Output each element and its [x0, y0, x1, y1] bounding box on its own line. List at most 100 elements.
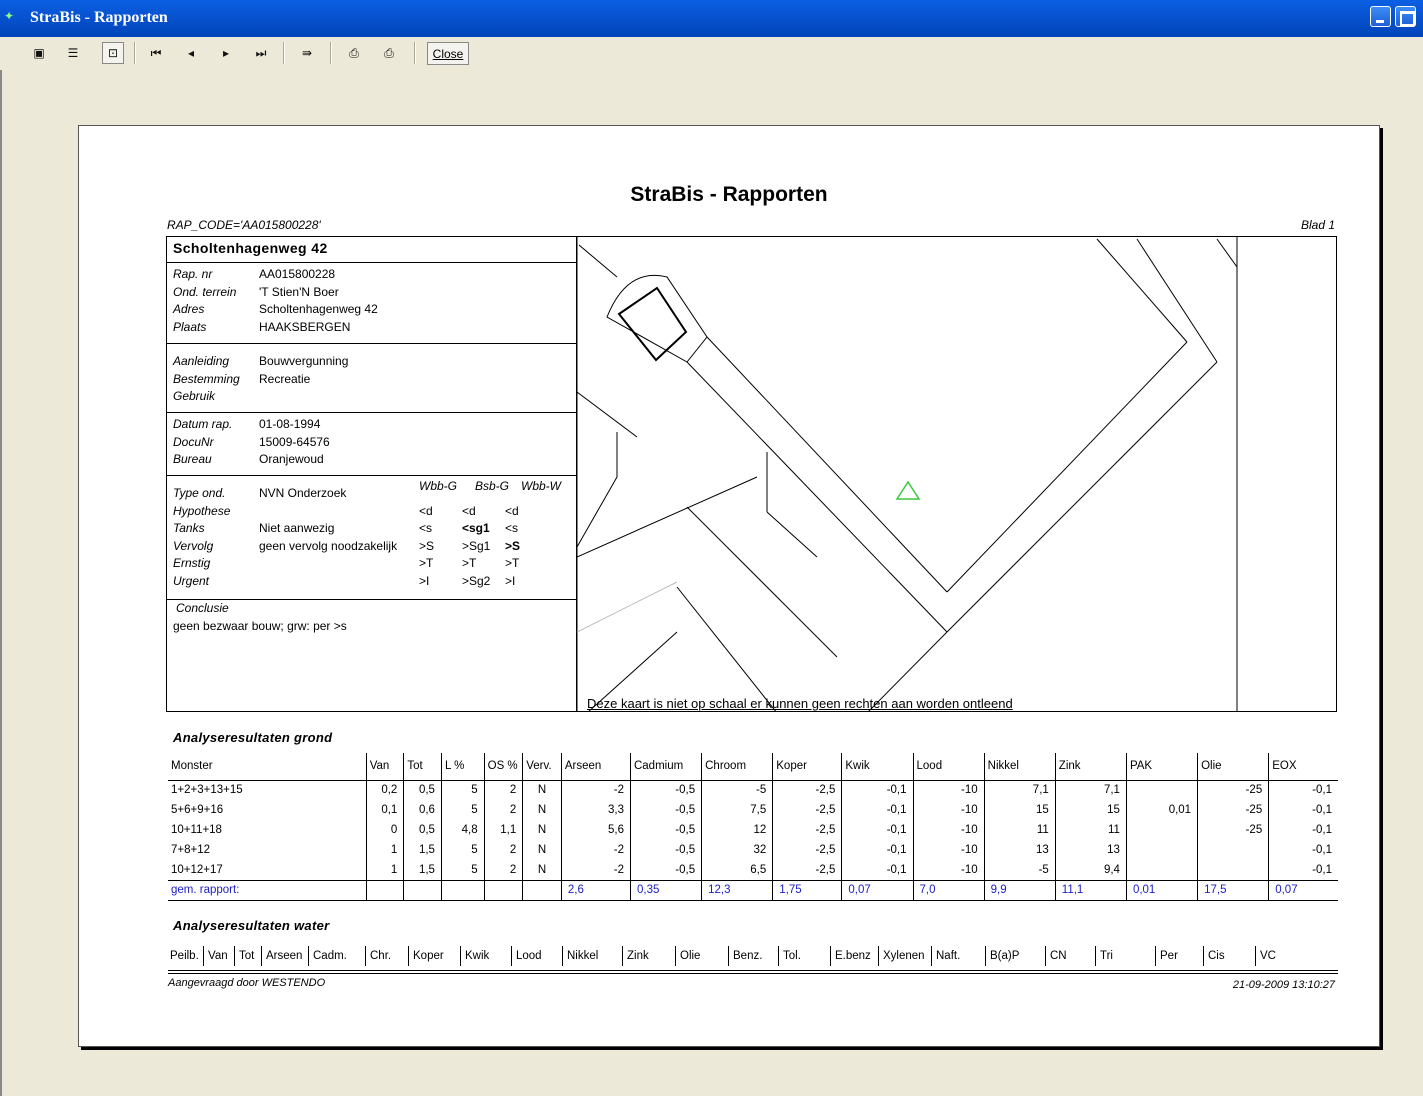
table-cell: 5: [440, 780, 485, 800]
print-setup-icon[interactable]: ⎙: [343, 42, 365, 64]
toolbar: ▣ ☰ ⊡ ⏮ ◂ ▸ ⏭ ⇛ ⎙ ⎙ Close: [0, 37, 1423, 70]
table-cell: [1125, 840, 1198, 860]
grond-col-header: Zink: [1054, 753, 1127, 781]
table-cell: 7,5: [701, 800, 773, 820]
table-row: 10+11+18 0 0,5 4,8 1,1 N 5,6 -0,5 12 -2,5 -0,1 -10 1…: [168, 820, 1338, 840]
water-col-header: Tri: [1095, 946, 1113, 966]
water-col-header: Tol.: [778, 946, 801, 966]
map-disclaimer: Deze kaart is niet op schaal er kunnen g…: [587, 696, 1013, 711]
average-cell: 0,07: [841, 879, 914, 901]
grond-col-header: Monster: [168, 753, 367, 781]
average-cell: 12,3: [701, 879, 773, 901]
water-col-header: Chr.: [365, 946, 391, 966]
grond-col-header: Van: [365, 753, 404, 781]
table-cell: 3,3: [560, 800, 631, 820]
page-number: Blad 1: [1300, 218, 1335, 232]
export-icon[interactable]: ⇛: [296, 42, 318, 64]
first-page-icon[interactable]: ⏮: [145, 42, 167, 64]
table-cell: N: [522, 860, 562, 880]
table-cell: -0,1: [1268, 860, 1338, 880]
water-col-header: Cis: [1203, 946, 1225, 966]
table-cell: 2: [483, 860, 523, 880]
grond-col-header: Olie: [1197, 753, 1269, 781]
close-button[interactable]: Close: [427, 42, 469, 65]
grond-col-header: Arseen: [560, 753, 631, 781]
grond-col-header: PAK: [1125, 753, 1198, 781]
table-row: 1+2+3+13+15 0,2 0,5 5 2 N -2 -0,5 -5 -2,5 -0,1 -10 7…: [168, 780, 1338, 800]
single-page-icon[interactable]: ▣: [28, 42, 50, 64]
window-title: StraBis - Rapporten: [30, 9, 168, 26]
table-cell: 2: [483, 800, 523, 820]
last-page-icon[interactable]: ⏭: [250, 42, 272, 64]
table-cell: 0,01: [1125, 800, 1198, 820]
table-cell: 2: [483, 780, 523, 800]
location-heading: Scholtenhagenweg 42: [167, 237, 576, 263]
print-icon[interactable]: ⎙: [378, 42, 400, 64]
water-col-header: Per: [1155, 946, 1178, 966]
water-results-header: Peilb. Van Tot Arseen Cadm. Chr. Koper Kwik Lood…: [168, 939, 1338, 971]
table-cell: 2: [483, 840, 523, 860]
table-cell: 0,1: [365, 800, 404, 820]
table-cell: 11: [983, 820, 1056, 840]
purpose-details: Aanleiding Bouwvergunning Bestemming Recre…: [167, 344, 576, 413]
table-cell: -10: [912, 860, 985, 880]
table-cell: 13: [983, 840, 1056, 860]
table-cell: -25: [1197, 820, 1269, 840]
table-cell: -2,5: [772, 780, 842, 800]
list-view-icon[interactable]: ☰: [62, 42, 84, 64]
table-cell: 0,2: [365, 780, 404, 800]
water-col-header: Koper: [408, 946, 444, 966]
grond-col-header: Kwik: [841, 753, 914, 781]
table-cell: -5: [701, 780, 773, 800]
table-cell: 5,6: [560, 820, 631, 840]
table-cell: -25: [1197, 800, 1269, 820]
table-cell: -25: [1197, 780, 1269, 800]
site-info-panel: Scholtenhagenweg 42 Rap. nr AA015800228 O…: [166, 236, 577, 712]
table-cell: 1+2+3+13+15: [171, 784, 243, 797]
water-col-header: Van: [203, 946, 228, 966]
table-cell: 7,1: [1054, 780, 1127, 800]
minimize-button[interactable]: [1370, 6, 1391, 27]
next-page-icon[interactable]: ▸: [215, 42, 237, 64]
grond-results-table: Monster Van Tot L % OS % Verv. Arseen Cadmium Ch…: [168, 753, 1338, 901]
average-cell: 0,07: [1268, 879, 1338, 901]
average-cell: 11,1: [1054, 879, 1127, 901]
grond-col-header: Lood: [912, 753, 985, 781]
page-view-icon[interactable]: ⊡: [102, 42, 124, 64]
table-cell: -0,5: [629, 840, 702, 860]
water-section-title: Analyseresultaten water: [173, 918, 330, 933]
grond-col-header: Koper: [772, 753, 842, 781]
table-cell: 7+8+12: [171, 844, 211, 856]
table-cell: -2: [560, 860, 631, 880]
grond-col-header: Chroom: [701, 753, 773, 781]
table-cell: 0,6: [403, 800, 442, 820]
table-cell: 5: [440, 800, 485, 820]
water-col-header: Kwik: [460, 946, 489, 966]
report-page: StraBis - Rapporten RAP_CODE='AA01580022…: [78, 125, 1380, 1047]
average-cell: [522, 879, 562, 901]
table-cell: [1125, 780, 1198, 800]
water-col-header: E.benz: [830, 946, 871, 966]
table-cell: 10+12+17: [171, 863, 223, 876]
table-row: 7+8+12 1 1,5 5 2 N -2 -0,5 32 -2,5 -0,1 -10 13 13 -0,1: [168, 840, 1338, 860]
table-cell: 1,5: [403, 860, 442, 880]
map-drawing: [577, 237, 1238, 711]
report-timestamp: 21-09-2009 13:10:27: [1232, 979, 1335, 991]
assessment-details: Wbb-G Bsb-G Wbb-W Type ond. NVN Onderzoek H…: [167, 476, 576, 600]
table-cell: -2,5: [772, 820, 842, 840]
location-marker-icon: [895, 480, 921, 500]
table-cell: -0,1: [1268, 840, 1338, 860]
table-cell: 5+6+9+16: [171, 804, 224, 816]
maximize-button[interactable]: [1395, 6, 1416, 27]
table-cell: [1197, 860, 1269, 880]
table-cell: -10: [912, 800, 985, 820]
table-cell: 1,1: [483, 820, 523, 840]
conclusion: Conclusie geen bezwaar bouw; grw: per >s: [173, 601, 347, 633]
table-cell: 5: [440, 840, 485, 860]
table-row: 10+12+17 1 1,5 5 2 N -2 -0,5 6,5 -2,5 -0,1 -10 -5 9,4…: [168, 860, 1338, 880]
previous-page-icon[interactable]: ◂: [180, 42, 202, 64]
table-cell: -0,1: [1268, 820, 1338, 840]
table-cell: -0,1: [1268, 780, 1338, 800]
table-cell: 7,1: [983, 780, 1056, 800]
grond-col-header: OS %: [483, 753, 523, 781]
